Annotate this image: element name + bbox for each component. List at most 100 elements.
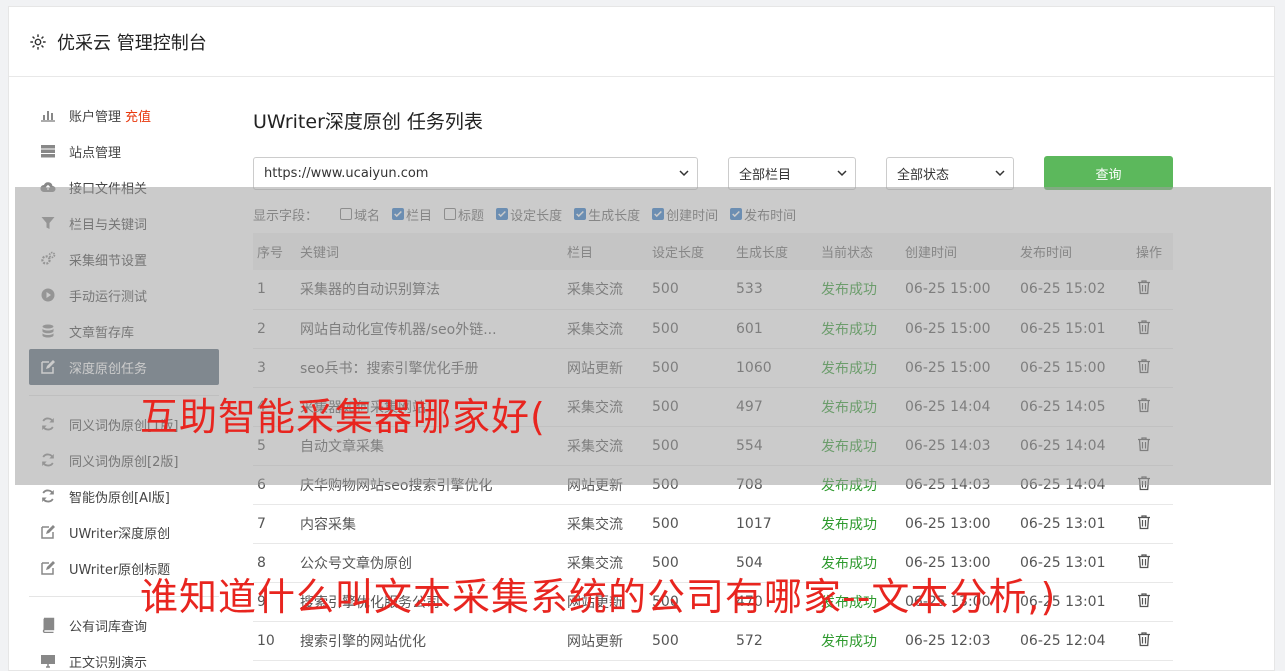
book-icon (39, 616, 57, 634)
sidebar-item[interactable]: 接口文件相关 (29, 169, 219, 205)
table-cell: 500 (652, 426, 736, 466)
trash-icon[interactable] (1136, 358, 1152, 374)
app-title: 优采云 管理控制台 (57, 32, 207, 54)
sidebar-item[interactable]: 站点管理 (29, 133, 219, 169)
sidebar-item[interactable]: 采集细节设置 (29, 241, 219, 277)
table-cell: 发布成功 (821, 465, 905, 505)
refresh-icon (39, 415, 57, 433)
trash-icon[interactable] (1136, 397, 1152, 413)
table-cell: 554 (736, 426, 821, 466)
sidebar-item[interactable]: 同义词伪原创[2版] (29, 442, 219, 478)
field-checkbox[interactable]: 生成长度 (574, 205, 640, 224)
table-header-row: 序号 关键词 栏目 设定长度 生成长度 当前状态 创建时间 发布时间 操作 (253, 233, 1173, 270)
checkbox-unchecked-icon[interactable] (444, 208, 457, 220)
table-cell: 06-25 14:04 (1020, 465, 1136, 505)
trash-icon[interactable] (1136, 553, 1152, 569)
sidebar-item-label: 站点管理 (69, 145, 122, 161)
chevron-down-icon (679, 170, 689, 177)
query-button[interactable]: 查询 (1044, 156, 1173, 190)
sidebar-item[interactable]: 智能伪原创[AI版] (29, 478, 219, 514)
table-cell: 500 (652, 465, 736, 505)
table-cell-actions (1136, 309, 1173, 349)
edit-icon (39, 358, 57, 376)
table-cell: 06-25 14:03 (905, 426, 1020, 466)
table-cell: 601 (736, 309, 821, 349)
sidebar-item[interactable]: UWriter深度原创 (29, 514, 219, 550)
sidebar-item-label: 采集细节设置 (69, 253, 148, 269)
trash-icon[interactable] (1136, 631, 1152, 647)
sidebar-item[interactable]: 正文识别演示 (29, 643, 219, 671)
sidebar-item[interactable]: 栏目与关键词 (29, 205, 219, 241)
sidebar-item[interactable]: 账户管理 充值 (29, 97, 219, 133)
field-checkbox[interactable]: 标题 (444, 205, 484, 224)
column-header: 关键词 (300, 233, 567, 270)
field-checkbox[interactable]: 域名 (340, 205, 380, 224)
field-checkbox-label: 标题 (458, 208, 485, 224)
trash-icon[interactable] (1136, 319, 1152, 335)
table-cell: seo兵书：搜索引擎优化手册 (300, 348, 567, 388)
filter-icon (39, 214, 57, 232)
table-cell: 500 (652, 348, 736, 388)
trash-icon[interactable] (1136, 475, 1152, 491)
checkbox-checked-icon[interactable] (652, 208, 665, 220)
sidebar-item-label: 文章暂存库 (69, 325, 135, 341)
recharge-link[interactable]: 充值 (125, 106, 151, 125)
table-row: 7 内容采集 采集交流 500 1017 发布成功 06-25 13:00 06-25 13:… (253, 504, 1173, 544)
sidebar-item[interactable]: 深度原创任务 (29, 349, 219, 385)
checkbox-checked-icon[interactable] (730, 208, 743, 220)
checkbox-unchecked-icon[interactable] (340, 208, 353, 220)
trash-icon[interactable] (1136, 592, 1152, 608)
table-row: 1 采集器的自动识别算法 采集交流 500 533 发布成功 06-25 15:00 06-2… (253, 270, 1173, 310)
table-row: 6 庆华购物网站seo搜索引擎优化 网站更新 500 708 发布成功 06-25 14:0… (253, 465, 1173, 505)
column-header: 栏目 (567, 233, 652, 270)
page-title: UWriter深度原创 任务列表 (253, 111, 483, 133)
sidebar-item-label: 手动运行测试 (69, 289, 148, 305)
field-checkbox[interactable]: 发布时间 (730, 205, 796, 224)
column-select[interactable]: 全部栏目 (728, 156, 856, 190)
monitor-icon (39, 652, 57, 670)
table-cell-actions (1136, 504, 1173, 544)
field-checkbox[interactable]: 栏目 (392, 205, 432, 224)
table-cell: 572 (736, 621, 821, 661)
sidebar-item-label: 深度原创任务 (69, 361, 148, 377)
table-cell: 06-25 14:05 (1020, 387, 1136, 427)
table-cell: 庆华购物网站seo搜索引擎优化 (300, 465, 567, 505)
table-cell: 500 (652, 387, 736, 427)
gear-icon[interactable] (29, 33, 47, 51)
table-cell: 06-25 15:00 (905, 348, 1020, 388)
table-cell: 06-25 12:04 (1020, 621, 1136, 661)
table-cell: 06-25 15:00 (905, 270, 1020, 310)
table-cell: 内容采集 (300, 504, 567, 544)
table-cell-actions (1136, 387, 1173, 427)
field-checkbox-label: 域名 (354, 208, 381, 224)
trash-icon[interactable] (1136, 514, 1152, 530)
table-cell: 发布成功 (821, 309, 905, 349)
column-header: 发布时间 (1020, 233, 1136, 270)
edit-icon (39, 523, 57, 541)
checkbox-checked-icon[interactable] (392, 208, 405, 220)
table-cell: 2 (253, 309, 300, 349)
table-cell-actions (1136, 543, 1173, 583)
field-checkbox[interactable]: 创建时间 (652, 205, 718, 224)
checkbox-checked-icon[interactable] (496, 208, 509, 220)
sidebar-item[interactable]: 手动运行测试 (29, 277, 219, 313)
status-select-value: 全部状态 (897, 167, 950, 183)
table-cell: 500 (652, 504, 736, 544)
table-cell-actions (1136, 348, 1173, 388)
site-select-value: https://www.ucaiyun.com (264, 165, 429, 181)
table-cell: 1017 (736, 504, 821, 544)
table-cell: 发布成功 (821, 504, 905, 544)
table-cell: 06-25 15:02 (1020, 270, 1136, 310)
site-select[interactable]: https://www.ucaiyun.com (253, 156, 698, 190)
trash-icon[interactable] (1136, 279, 1152, 295)
sidebar-item[interactable]: 文章暂存库 (29, 313, 219, 349)
table-cell: 发布成功 (821, 621, 905, 661)
table-cell: 搜索引擎的网站优化 (300, 621, 567, 661)
sidebar-item-label: UWriter深度原创 (69, 526, 171, 542)
checkbox-checked-icon[interactable] (574, 208, 587, 220)
field-checkbox[interactable]: 设定长度 (496, 205, 562, 224)
table-cell: 500 (652, 309, 736, 349)
status-select[interactable]: 全部状态 (886, 156, 1014, 190)
table-cell-actions (1136, 582, 1173, 622)
trash-icon[interactable] (1136, 436, 1152, 452)
